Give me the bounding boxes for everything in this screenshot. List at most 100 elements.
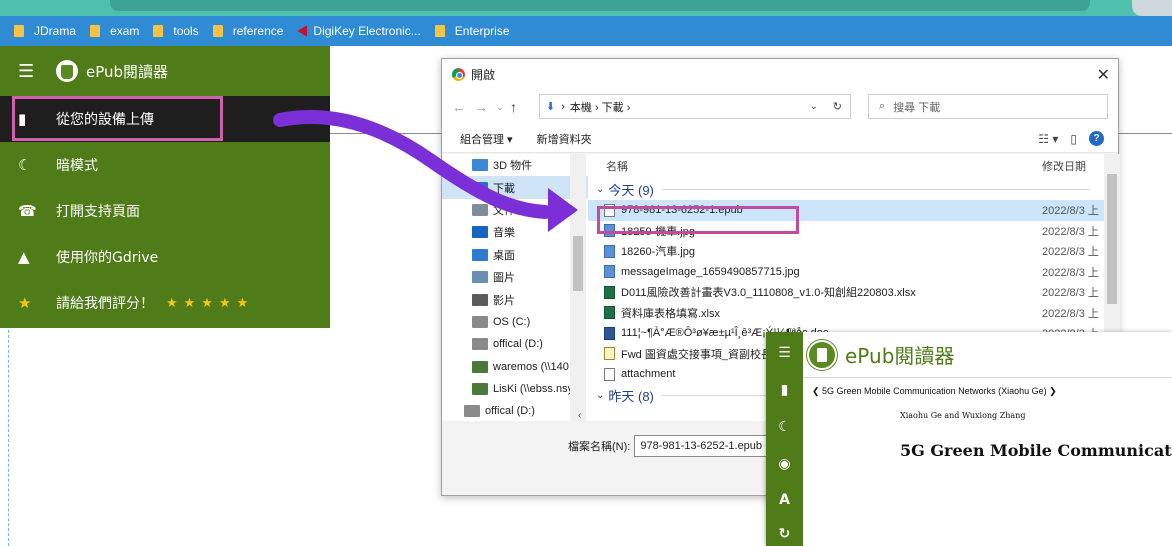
file-row[interactable]: 資料庫表格填寫.xlsx 2022/8/3 上 [588,303,1120,324]
help-icon[interactable]: ? [1089,131,1104,146]
sidebar-item-rate[interactable]: ★ 請給我們評分！ ★★★★★ [0,280,330,326]
upload-file-icon[interactable]: ▮ [766,382,803,398]
column-date[interactable]: 修改日期 [1042,158,1086,174]
folder-icon [14,25,24,37]
tree-item[interactable]: 影片 [442,288,588,310]
preview-pane-icon[interactable]: ▯ [1070,132,1077,146]
support-icon: ☎ [18,202,37,220]
sidebar-header: ☰ ePub閱讀器 [0,46,330,96]
file-list-header: 名稱 修改日期 [588,154,1120,178]
hamburger-menu-icon[interactable]: ☰ [18,61,46,82]
tree-item[interactable]: LisKi (\\ebss.nsy [442,378,588,400]
chapter-navigation[interactable]: ❮ 5G Green Mobile Communication Networks… [812,386,1057,397]
bookmark-digikey[interactable]: DigiKey Electronic... [297,24,421,38]
pictures-icon [472,271,488,284]
bookmark-exam[interactable]: exam [90,24,139,38]
tree-item[interactable]: 音樂 [442,221,588,243]
music-icon [472,226,488,239]
address-bar[interactable] [110,0,1090,11]
image-file-icon [604,244,615,258]
sidebar-item-label: 使用你的Gdrive [56,250,159,266]
profile-avatar[interactable] [1132,0,1172,16]
back-arrow-icon[interactable]: ← [452,99,474,115]
download-icon: ⬇ [546,101,556,113]
word-file-icon [604,326,615,340]
reader-divider [803,377,1172,378]
tree-item[interactable]: offical (D:) [442,333,588,355]
search-icon: ⌕ [879,100,886,112]
sidebar-item-label: 打開支持頁面 [56,204,140,220]
star-icon: ★ [18,294,32,312]
folder-icon [212,25,223,37]
horizontal-scroll-left-arrow[interactable]: ‹ [442,410,588,424]
path-breadcrumb[interactable]: ⬇ › 本機 › 下載 › ⌄ ↻ [539,94,851,119]
sidebar-item-support[interactable]: ☎ 打開支持頁面 [0,188,330,234]
book-author: Xiaohu Ge and Wuxiong Zhang [900,411,1026,420]
close-icon[interactable]: ✕ [1097,65,1110,85]
refresh-icon[interactable]: ↻ [833,100,842,113]
file-row[interactable]: 18260-汽車.jpg 2022/8/3 上 [588,241,1120,262]
chevron-down-icon[interactable]: ⌄ [810,101,818,112]
tree-item[interactable]: 圖片 [442,266,588,288]
bookmarks-bar: JDrama exam tools reference DigiKey Elec… [0,16,1172,46]
chevron-down-icon: ⌄ [596,390,605,401]
eye-icon[interactable]: ◉ [766,456,803,472]
recent-dropdown-icon[interactable]: ⌄ [496,102,510,113]
rating-stars[interactable]: ★★★★★ [166,296,254,311]
selection-guide [8,330,9,546]
sidebar-item-dark-mode[interactable]: ☾ 暗模式 [0,142,330,188]
gdrive-icon: ▲ [18,248,30,266]
tree-item[interactable]: waremos (\\140 [442,356,588,378]
message-file-icon [604,347,615,361]
bookmark-tools[interactable]: tools [153,24,199,38]
3d-objects-icon [472,159,488,172]
network-drive-icon [472,383,488,396]
excel-file-icon [604,285,615,299]
moon-icon[interactable]: ☾ [766,419,803,435]
tree-item[interactable]: 3D 物件 [442,154,588,176]
epub-logo-icon [807,339,837,370]
reader-header: ePub閱讀器 [803,332,1172,377]
epub-logo-icon [56,60,78,82]
dialog-titlebar: 開啟 ✕ [442,59,1118,89]
new-folder-button[interactable]: 新增資料夾 [537,131,592,147]
drive-icon [472,315,488,328]
tree-item[interactable]: 文件 [442,199,588,221]
videos-icon [472,293,488,306]
documents-icon [472,203,488,216]
moon-icon: ☾ [18,156,32,174]
browser-top-strip [0,0,1172,16]
drive-icon [472,338,488,351]
epub-reader-panel: ☰ ▮ ☾ ◉ A ↻ ePub閱讀器 ❮ 5G Green Mobile Co… [766,332,1172,546]
book-title: 5G Green Mobile Communicati [900,441,1172,460]
view-options-icon[interactable]: ☷ ▾ [1038,132,1058,146]
tree-item[interactable]: 桌面 [442,244,588,266]
highlight-box-epub-file [597,206,799,234]
address-row: ← → ⌄ ↑ ⬇ › 本機 › 下載 › ⌄ ↻ ⌕ 搜尋 下載 [442,89,1118,125]
network-drive-icon [472,360,488,373]
organize-button[interactable]: 組合管理 ▾ [460,131,513,147]
tree-item[interactable]: OS (C:) [442,311,588,333]
folder-icon [153,25,164,37]
folder-icon [90,25,101,37]
hamburger-menu-icon[interactable]: ☰ [766,345,803,361]
file-row[interactable]: messageImage_1659490857715.jpg 2022/8/3 上 [588,262,1120,283]
up-arrow-icon[interactable]: ↑ [510,99,532,115]
sidebar-item-gdrive[interactable]: ▲ 使用你的Gdrive [0,234,330,280]
refresh-icon[interactable]: ↻ [766,526,803,542]
file-row[interactable]: D011風險改善計畫表V3.0_1110808_v1.0-知創組220803.x… [588,282,1120,303]
bookmark-reference[interactable]: reference [212,24,283,38]
sidebar-item-label: 請給我們評分！ [56,296,154,312]
tree-scrollbar[interactable] [570,154,586,421]
bookmark-jdrama[interactable]: JDrama [14,24,76,38]
breadcrumb-path: 本機 › 下載 › [569,101,631,114]
bookmark-enterprise[interactable]: Enterprise [434,24,510,38]
screen: JDrama exam tools reference DigiKey Elec… [0,0,1172,546]
tree-item[interactable]: 下載 [442,176,588,199]
forward-arrow-icon[interactable]: → [474,99,496,115]
desktop-icon [472,248,488,261]
font-size-icon[interactable]: A [766,492,803,508]
column-name[interactable]: 名稱 [606,158,628,174]
group-header-today[interactable]: ⌄ 今天 (9) [588,178,1120,200]
search-input[interactable]: ⌕ 搜尋 下載 [868,94,1108,119]
